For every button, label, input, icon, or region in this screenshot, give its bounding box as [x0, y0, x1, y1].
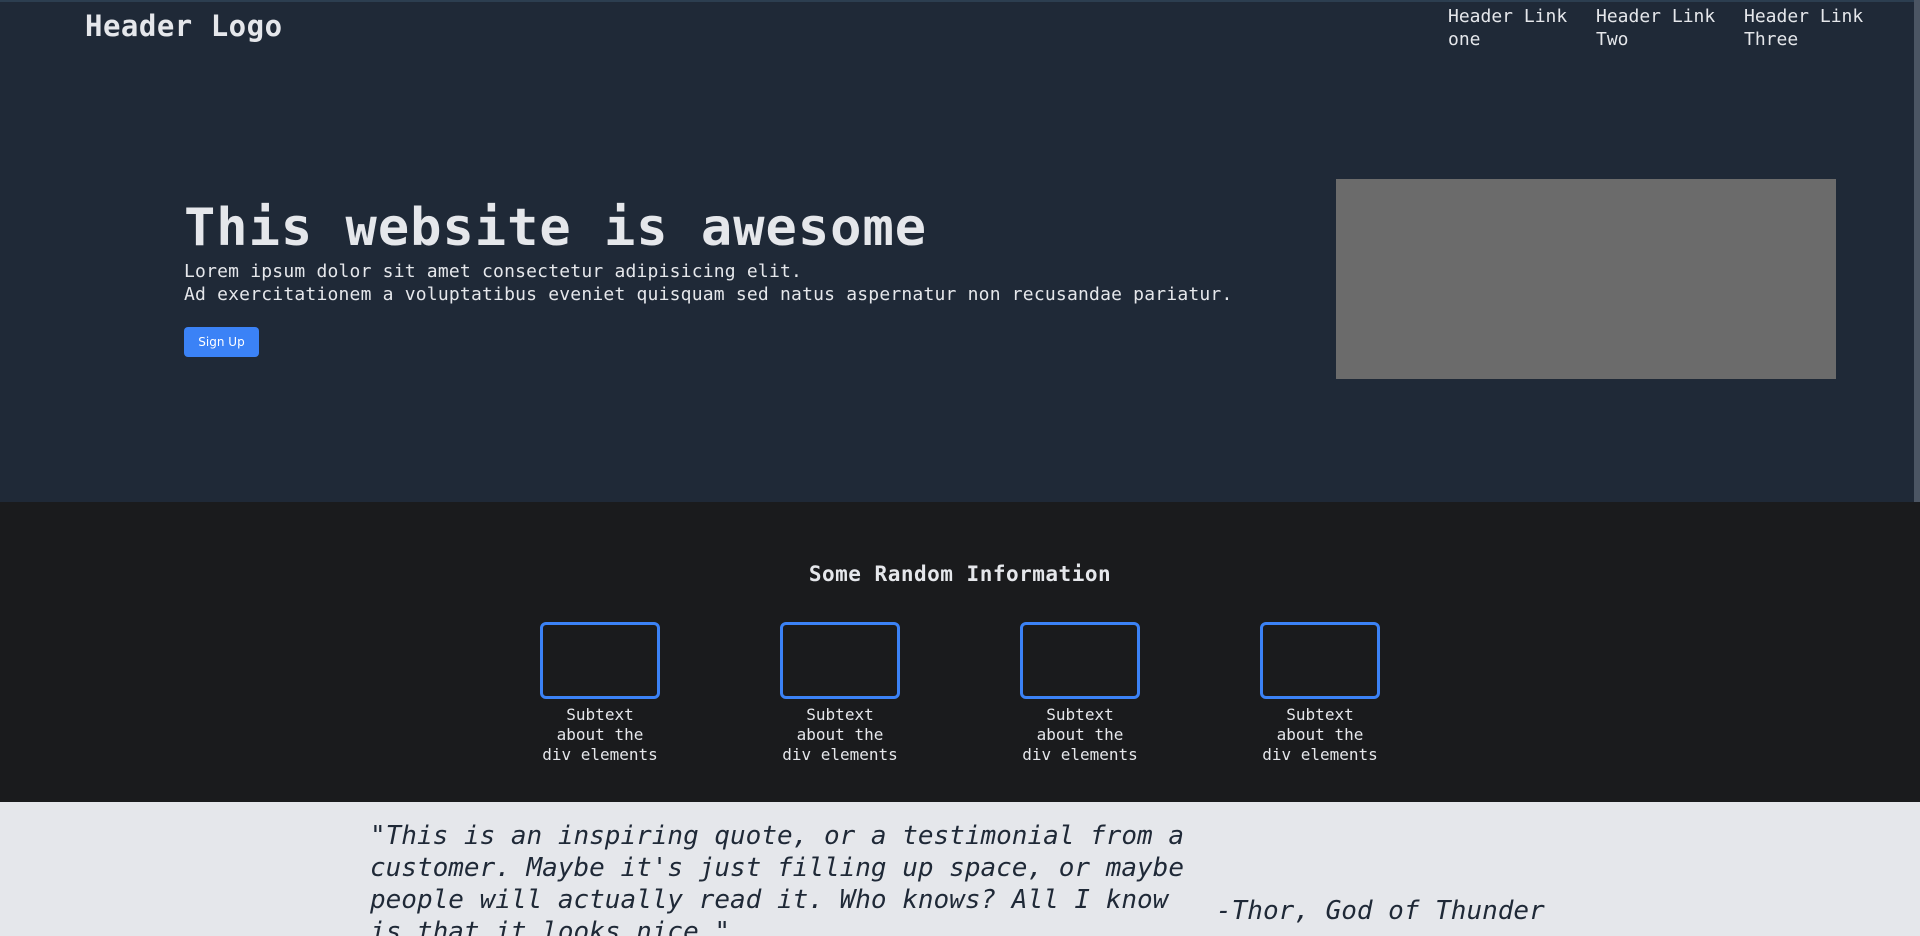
info-cards: Subtext about the div elements Subtext a…: [540, 622, 1380, 765]
header-nav: Header Link one Header Link Two Header L…: [1448, 5, 1866, 51]
header-link-one[interactable]: Header Link one: [1448, 5, 1570, 51]
info-card: Subtext about the div elements: [1020, 622, 1140, 765]
info-card-subtext: Subtext about the div elements: [542, 705, 658, 764]
quote-author: -Thor, God of Thunder: [1216, 896, 1545, 926]
hero-description-line-1: Lorem ipsum dolor sit amet consectetur a…: [184, 261, 803, 282]
info-title: Some Random Information: [808, 562, 1112, 586]
info-card: Subtext about the div elements: [780, 622, 900, 765]
sign-up-button[interactable]: Sign Up: [184, 327, 259, 357]
hero-title: This website is awesome: [184, 198, 928, 258]
info-card-subtext: Subtext about the div elements: [1022, 705, 1138, 764]
info-card: Subtext about the div elements: [1260, 622, 1380, 765]
info-card-box: [1020, 622, 1140, 699]
header-link-two[interactable]: Header Link Two: [1596, 5, 1718, 51]
info-card-subtext: Subtext about the div elements: [782, 705, 898, 764]
hero-image-placeholder: [1336, 179, 1836, 379]
hero-description: Lorem ipsum dolor sit amet consectetur a…: [184, 260, 1233, 306]
hero-section: Header Logo Header Link one Header Link …: [0, 0, 1920, 502]
hero-description-line-2: Ad exercitationem a voluptatibus eveniet…: [184, 284, 1233, 305]
header-link-three[interactable]: Header Link Three: [1744, 5, 1866, 51]
info-card-box: [1260, 622, 1380, 699]
info-card-box: [540, 622, 660, 699]
testimonial-quote: "This is an inspiring quote, or a testim…: [370, 821, 1184, 936]
header-logo[interactable]: Header Logo: [85, 9, 283, 43]
quote-section: "This is an inspiring quote, or a testim…: [0, 802, 1920, 936]
info-card-box: [780, 622, 900, 699]
info-card: Subtext about the div elements: [540, 622, 660, 765]
info-section: Some Random Information Subtext about th…: [0, 502, 1920, 802]
info-card-subtext: Subtext about the div elements: [1262, 705, 1378, 764]
